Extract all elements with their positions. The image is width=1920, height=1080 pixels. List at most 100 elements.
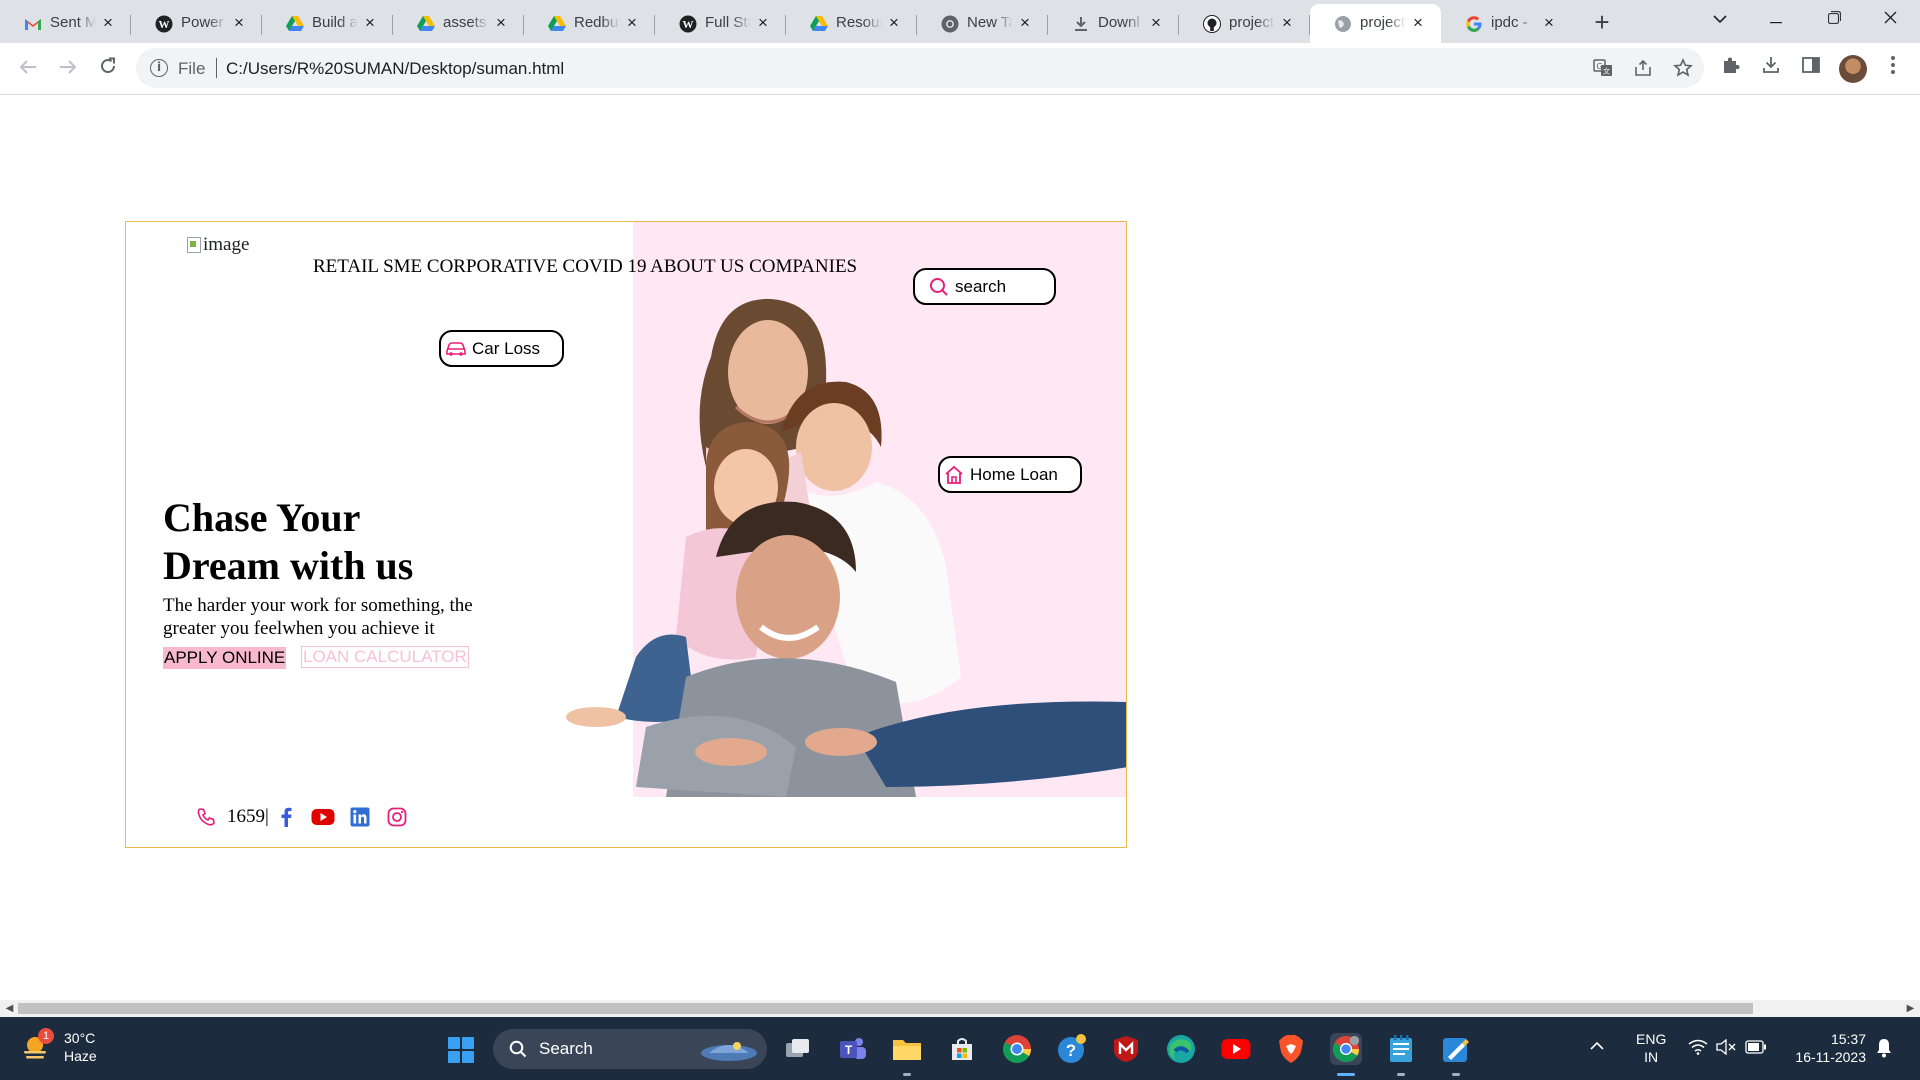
help-icon[interactable]: ? [1056, 1033, 1088, 1065]
tab-search-chevron-icon[interactable] [1692, 0, 1748, 40]
close-icon[interactable]: × [1278, 13, 1296, 33]
tab[interactable]: assets × [393, 4, 524, 43]
svg-text:G: G [1596, 62, 1602, 71]
nav-item-covid[interactable]: COVID 19 [563, 256, 647, 277]
close-icon[interactable]: × [623, 13, 641, 33]
facebook-icon[interactable] [273, 804, 299, 830]
new-tab-button[interactable]: + [1582, 4, 1622, 43]
close-icon[interactable]: × [361, 13, 379, 33]
tab-title: Sent M [50, 14, 96, 31]
chrome-taskbar-icon[interactable] [1001, 1033, 1033, 1065]
nav-item-retail[interactable]: RETAIL [313, 256, 378, 277]
info-icon[interactable]: i [150, 59, 168, 77]
battery-icon[interactable] [1745, 1040, 1767, 1058]
nav-item-about-us[interactable]: ABOUT US [650, 256, 744, 277]
notepad-icon[interactable] [1385, 1033, 1417, 1065]
clock[interactable]: 15:37 16-11-2023 [1786, 1030, 1866, 1066]
hero-heading: Chase Your Dream with us [163, 494, 583, 590]
close-icon[interactable]: × [1540, 13, 1558, 33]
nav-item-companies[interactable]: COMPANIES [749, 256, 857, 277]
nav-item-corporative[interactable]: CORPORATIVE [427, 256, 558, 277]
downloads-icon[interactable] [1758, 55, 1784, 81]
bookmark-star-icon[interactable] [1672, 58, 1694, 80]
close-icon[interactable]: × [885, 13, 903, 33]
notification-bell-icon[interactable] [1876, 1038, 1892, 1062]
url-text[interactable]: C:/Users/R%20SUMAN/Desktop/suman.html [226, 59, 564, 79]
task-view-icon[interactable] [782, 1033, 814, 1065]
tab[interactable]: Build a × [262, 4, 393, 43]
youtube-taskbar-icon[interactable] [1220, 1033, 1252, 1065]
close-window-icon[interactable] [1862, 0, 1918, 40]
wifi-icon[interactable] [1688, 1039, 1708, 1059]
car-icon [444, 337, 468, 361]
linkedin-icon[interactable] [347, 804, 373, 830]
tab[interactable]: W Full Sta × [655, 4, 786, 43]
profile-avatar[interactable] [1839, 55, 1867, 83]
close-icon[interactable]: × [1409, 13, 1427, 33]
file-explorer-icon[interactable] [891, 1033, 923, 1065]
apply-online-button[interactable]: APPLY ONLINE [163, 647, 287, 669]
tab[interactable]: ipdc - × [1441, 4, 1572, 43]
wordpress-icon: W [155, 15, 173, 33]
browser-toolbar: i File C:/Users/R%20SUMAN/Desktop/suman.… [0, 43, 1920, 95]
share-icon[interactable] [1632, 58, 1654, 80]
home-loan-button[interactable]: Home Loan [938, 456, 1082, 493]
chrome-active-taskbar-icon[interactable] [1330, 1033, 1362, 1065]
close-icon[interactable]: × [492, 13, 510, 33]
scroll-right-arrow-icon[interactable]: ▶ [1903, 1001, 1918, 1016]
google-drive-icon [810, 15, 828, 33]
address-bar[interactable]: i File C:/Users/R%20SUMAN/Desktop/suman.… [136, 48, 1704, 88]
weather-widget[interactable]: 1 30°C Haze [20, 1028, 97, 1065]
start-button[interactable] [448, 1037, 474, 1063]
search-label: search [955, 276, 1007, 296]
minimize-icon[interactable] [1748, 0, 1804, 40]
loan-calculator-button[interactable]: LOAN CALCULATOR [301, 646, 469, 668]
taskbar-search[interactable]: Search [493, 1029, 767, 1069]
close-icon[interactable]: × [754, 13, 772, 33]
menu-kebab-icon[interactable] [1880, 55, 1906, 81]
horizontal-scrollbar[interactable]: ◀ ▶ [0, 1000, 1920, 1017]
close-icon[interactable]: × [1016, 13, 1034, 33]
tab[interactable]: W Power × [131, 4, 262, 43]
tab[interactable]: Redbu × [524, 4, 655, 43]
extensions-puzzle-icon[interactable] [1718, 55, 1744, 81]
close-icon[interactable]: × [1147, 13, 1165, 33]
back-arrow-icon[interactable] [14, 55, 42, 83]
scroll-left-arrow-icon[interactable]: ◀ [2, 1001, 17, 1016]
heading-line-2: Dream with us [163, 543, 414, 588]
instagram-icon[interactable] [384, 804, 410, 830]
car-loan-button[interactable]: Car Loss [439, 330, 564, 367]
restore-icon[interactable] [1806, 0, 1862, 40]
reload-icon[interactable] [94, 55, 122, 83]
teams-icon[interactable]: T [837, 1033, 869, 1065]
translate-icon[interactable]: G文 [1592, 58, 1614, 80]
scrollbar-thumb[interactable] [18, 1003, 1753, 1014]
microsoft-store-icon[interactable] [946, 1033, 978, 1065]
volume-muted-icon[interactable] [1716, 1038, 1736, 1059]
brave-icon[interactable] [1275, 1033, 1307, 1065]
tab-title: Redbu [574, 14, 619, 31]
tab-title: New Ta [967, 14, 1013, 31]
taskbar: 1 30°C Haze Search T ? ENG IN 15:37 16-1… [0, 1017, 1920, 1080]
search-button[interactable]: search [913, 268, 1056, 305]
side-panel-icon[interactable] [1798, 55, 1824, 81]
hero-card: image RETAIL SME CORPORATIVE COVID 19 AB… [125, 221, 1127, 848]
forward-arrow-icon[interactable] [54, 55, 82, 83]
tab[interactable]: Resour × [786, 4, 917, 43]
paint-icon[interactable] [1440, 1033, 1472, 1065]
tab[interactable]: project × [1179, 4, 1310, 43]
show-hidden-icons-chevron-icon[interactable] [1590, 1037, 1604, 1055]
close-icon[interactable]: × [99, 13, 117, 33]
car-loan-label: Car Loss [472, 338, 541, 358]
close-icon[interactable]: × [230, 13, 248, 33]
language-indicator[interactable]: ENG IN [1636, 1030, 1666, 1066]
edge-icon[interactable] [1165, 1033, 1197, 1065]
weather-description: Haze [64, 1048, 97, 1064]
youtube-icon[interactable] [310, 804, 336, 830]
tab-active[interactable]: project × [1310, 4, 1441, 43]
tab[interactable]: Sent M × [0, 4, 131, 43]
tab[interactable]: New Ta × [917, 4, 1048, 43]
mcafee-icon[interactable] [1110, 1033, 1142, 1065]
nav-item-sme[interactable]: SME [383, 256, 422, 277]
tab[interactable]: Downl × [1048, 4, 1179, 43]
